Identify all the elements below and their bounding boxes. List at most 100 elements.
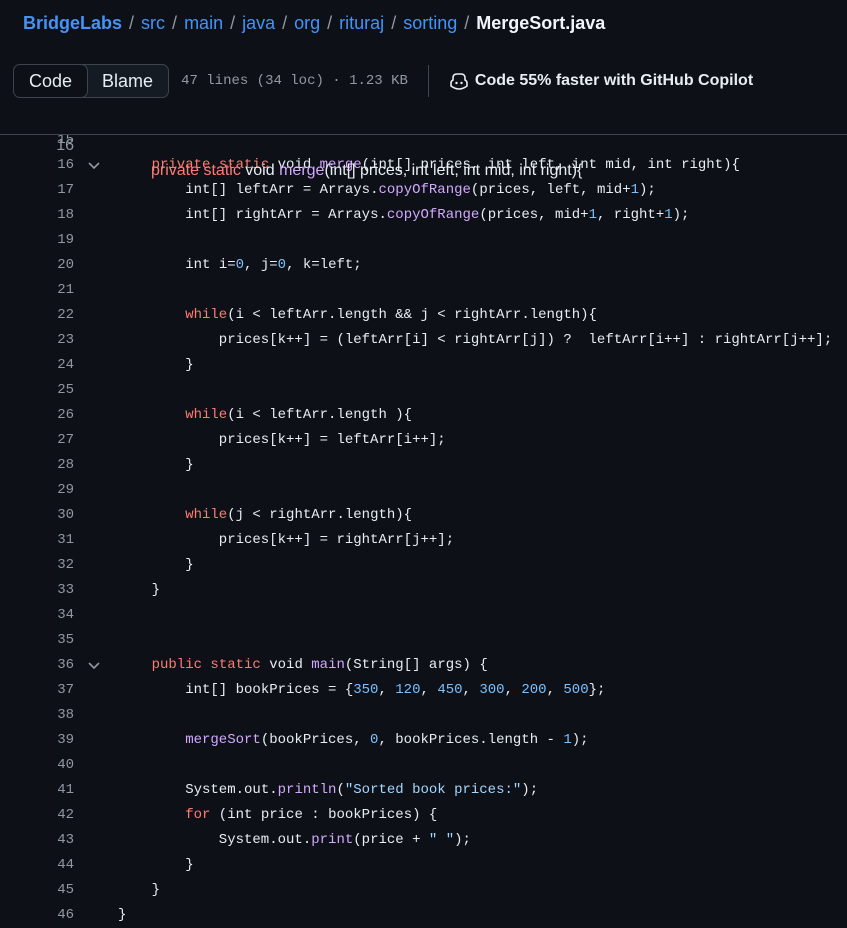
code-text: while(j < rightArr.length){ <box>185 507 413 523</box>
line-number[interactable]: 42 <box>0 803 74 828</box>
sticky-line: 16 private static void merge(int[] price… <box>0 108 847 179</box>
blame-tab-button[interactable]: Blame <box>87 65 168 97</box>
code-line: 42 for (int price : bookPrices) { <box>0 803 847 828</box>
code-text: prices[k++] = rightArr[j++]; <box>218 532 455 548</box>
line-number[interactable]: 24 <box>0 353 74 378</box>
breadcrumb-link-java[interactable]: java <box>242 13 275 33</box>
breadcrumb-separator: / <box>327 13 333 33</box>
code-line: 25 <box>0 378 847 403</box>
code-text: public static void main(String[] args) { <box>151 657 488 673</box>
breadcrumb: BridgeLabs / src / main / java / org / rituraj / sor… <box>23 13 605 37</box>
line-number[interactable]: 19 <box>0 228 74 253</box>
code-text: int[] rightArr = Arrays.copyOfRange(pric… <box>185 207 690 223</box>
line-number[interactable]: 37 <box>0 678 74 703</box>
line-number[interactable]: 41 <box>0 778 74 803</box>
code-line: 26 while(i < leftArr.length ){ <box>0 403 847 428</box>
code-line: 28} <box>0 453 847 478</box>
code-line: 35 <box>0 628 847 653</box>
line-number[interactable]: 20 <box>0 253 74 278</box>
code-line: 41 System.out.println("Sorted book prices… <box>0 778 847 803</box>
code-line: 18 int[] rightArr = Arrays.copyOfRange(pr… <box>0 203 847 228</box>
line-number[interactable]: 36 <box>0 653 74 678</box>
copilot-label: Code 55% faster with GitHub Copilot <box>474 72 754 89</box>
code-line: 33} <box>0 578 847 603</box>
line-number[interactable]: 18 <box>0 203 74 228</box>
line-number[interactable]: 29 <box>0 478 74 503</box>
code-line: 21 <box>0 278 847 303</box>
breadcrumb-separator: / <box>282 13 288 33</box>
line-number[interactable]: 40 <box>0 753 74 778</box>
line-number[interactable]: 38 <box>0 703 74 728</box>
code-text: while(i < leftArr.length ){ <box>185 407 413 423</box>
breadcrumb-separator: / <box>172 13 178 33</box>
line-number[interactable]: 31 <box>0 528 74 553</box>
code-text: prices[k++] = leftArr[i++]; <box>218 432 446 448</box>
sticky-scroll-header[interactable]: 16 private static void merge(int[] price… <box>0 108 847 179</box>
line-number[interactable]: 30 <box>0 503 74 528</box>
copilot-link[interactable]: Code 55% faster with GitHub Copilot <box>449 72 753 90</box>
breadcrumb-link-org[interactable]: org <box>294 13 320 33</box>
breadcrumb-separator: / <box>129 13 135 33</box>
line-number[interactable]: 23 <box>0 328 74 353</box>
code-line: 32} <box>0 553 847 578</box>
code-line: 34 <box>0 603 847 628</box>
breadcrumb-link-rituraj[interactable]: rituraj <box>339 13 384 33</box>
breadcrumb-link-src[interactable]: src <box>141 13 165 33</box>
breadcrumb-link-main[interactable]: main <box>184 13 223 33</box>
code-text: mergeSort(bookPrices, 0, bookPrices.leng… <box>185 732 589 748</box>
breadcrumb-repo-link[interactable]: BridgeLabs <box>23 13 122 33</box>
line-number[interactable]: 26 <box>0 403 74 428</box>
line-number[interactable]: 22 <box>0 303 74 328</box>
line-number[interactable]: 34 <box>0 603 74 628</box>
line-number[interactable]: 39 <box>0 728 74 753</box>
line-number[interactable]: 28 <box>0 453 74 478</box>
code-text: } <box>185 557 194 573</box>
copilot-icon <box>450 73 468 90</box>
line-number[interactable]: 21 <box>0 278 74 303</box>
breadcrumb-link-sorting[interactable]: sorting <box>403 13 457 33</box>
line-number[interactable]: 32 <box>0 553 74 578</box>
breadcrumb-separator: / <box>464 13 470 33</box>
code-line: 46} <box>0 903 847 928</box>
file-meta: 47 lines (34 loc) · 1.23 KB <box>181 73 408 89</box>
code-line: 36 public static void main(String[] args)… <box>0 653 847 678</box>
code-line: 19 <box>0 228 847 253</box>
code-line: 23 prices[k++] = (leftArr[i] < rightArr[j… <box>0 328 847 353</box>
code-text: } <box>185 457 194 473</box>
code-text: } <box>185 857 194 873</box>
breadcrumb-file-name: MergeSort.java <box>476 13 606 33</box>
line-number[interactable]: 45 <box>0 878 74 903</box>
code-text: while(i < leftArr.length && j < rightArr… <box>185 307 597 323</box>
line-number[interactable]: 35 <box>0 628 74 653</box>
code-line: 29 <box>0 478 847 503</box>
file-toolbar: Code Blame 47 lines (34 loc) · 1.23 KB C… <box>13 64 753 98</box>
code-text: System.out.print(price + " "); <box>218 832 471 848</box>
code-line: 40 <box>0 753 847 778</box>
code-line: 22 while(i < leftArr.length && j < rightA… <box>0 303 847 328</box>
code-text: prices[k++] = (leftArr[i] < rightArr[j])… <box>218 332 833 348</box>
code-text: for (int price : bookPrices) { <box>185 807 438 823</box>
code-line: 44} <box>0 853 847 878</box>
code-line: 37 int[] bookPrices = {350, 120, 450, 300… <box>0 678 847 703</box>
code-line: 30 while(j < rightArr.length){ <box>0 503 847 528</box>
breadcrumb-separator: / <box>391 13 397 33</box>
code-text: System.out.println("Sorted book prices:"… <box>185 782 539 798</box>
code-line: 27 prices[k++] = leftArr[i++]; <box>0 428 847 453</box>
sticky-code-text: private static void merge(int[] prices, … <box>151 162 583 179</box>
toolbar-divider <box>427 65 429 97</box>
code-tab-button[interactable]: Code <box>14 65 89 97</box>
code-line: 43 System.out.print(price + " "); <box>0 828 847 853</box>
code-line: 45} <box>0 878 847 903</box>
sticky-line-number: 16 <box>56 137 74 154</box>
code-text: int i=0, j=0, k=left; <box>185 257 362 273</box>
line-number[interactable]: 46 <box>0 903 74 928</box>
code-text: } <box>185 357 194 373</box>
line-number[interactable]: 33 <box>0 578 74 603</box>
breadcrumb-separator: / <box>230 13 236 33</box>
code-line: 39 mergeSort(bookPrices, 0, bookPrices.le… <box>0 728 847 753</box>
line-number[interactable]: 25 <box>0 378 74 403</box>
line-number[interactable]: 44 <box>0 853 74 878</box>
code-text: } <box>151 582 160 598</box>
line-number[interactable]: 43 <box>0 828 74 853</box>
line-number[interactable]: 27 <box>0 428 74 453</box>
